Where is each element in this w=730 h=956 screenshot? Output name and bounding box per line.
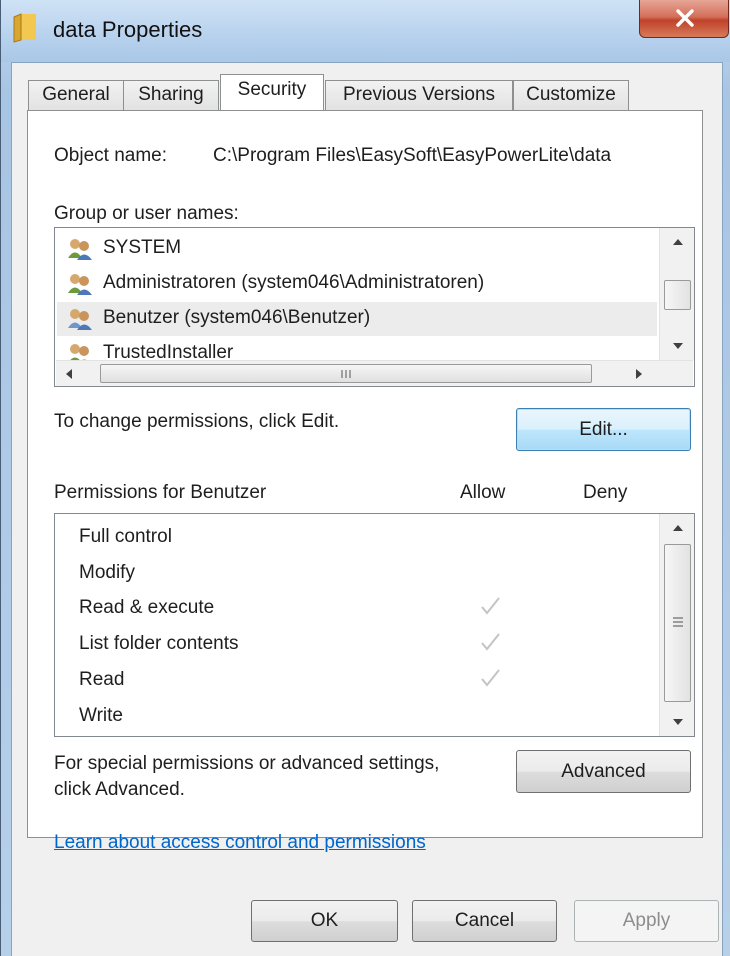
user-item-administratoren[interactable]: Administratoren (system046\Administrator… <box>57 267 657 301</box>
title-bar[interactable]: data Properties <box>1 0 730 62</box>
tab-general[interactable]: General <box>28 80 124 110</box>
permissions-list[interactable]: Full control Modify Read & execute List … <box>54 513 695 737</box>
user-list-vertical-scrollbar[interactable] <box>659 228 694 360</box>
horizontal-scroll-thumb[interactable] <box>100 364 592 383</box>
permission-name: Read & execute <box>79 597 215 618</box>
allow-checkmark-icon <box>481 633 500 651</box>
scroll-down-button[interactable] <box>660 708 694 736</box>
grip-icon <box>673 617 683 627</box>
deny-column-header: Deny <box>583 482 628 503</box>
grip-icon <box>341 370 351 378</box>
change-permissions-hint: To change permissions, click Edit. <box>54 411 340 432</box>
tab-previous-versions[interactable]: Previous Versions <box>325 80 513 110</box>
close-icon <box>676 9 694 27</box>
permission-row-write: Write <box>55 697 655 733</box>
arrow-right-icon <box>636 369 642 379</box>
permissions-vertical-scrollbar[interactable] <box>659 514 694 736</box>
special-permissions-text-line1: For special permissions or advanced sett… <box>54 753 440 774</box>
close-button[interactable] <box>639 0 729 38</box>
edit-button[interactable]: Edit... <box>516 408 691 451</box>
ok-button[interactable]: OK <box>251 900 398 942</box>
allow-column-header: Allow <box>460 482 506 503</box>
arrow-left-icon <box>66 369 72 379</box>
permissions-for-label: Permissions for Benutzer <box>54 482 267 503</box>
user-name: SYSTEM <box>103 237 182 258</box>
allow-checkmark-icon <box>481 597 500 615</box>
scroll-thumb[interactable] <box>664 280 691 310</box>
permission-row-read-execute: Read & execute <box>55 589 655 625</box>
special-permissions-text-line2: click Advanced. <box>54 779 185 800</box>
permission-row-list-folder-contents: List folder contents <box>55 625 655 661</box>
user-list[interactable]: SYSTEM Administratoren (system046\Admini… <box>54 227 695 387</box>
object-name-value: C:\Program Files\EasySoft\EasyPowerLite\… <box>213 145 612 166</box>
properties-window: data Properties General Sharing Security… <box>0 0 730 956</box>
tab-customize[interactable]: Customize <box>513 80 629 110</box>
scroll-up-button[interactable] <box>660 514 694 542</box>
scroll-thumb[interactable] <box>664 544 691 702</box>
folder-icon <box>13 13 36 43</box>
allow-checkmark-icon <box>481 669 500 687</box>
advanced-button[interactable]: Advanced <box>516 750 691 793</box>
permission-name: List folder contents <box>79 633 239 654</box>
scroll-down-button[interactable] <box>660 332 694 360</box>
user-name: Administratoren (system046\Administrator… <box>103 272 485 293</box>
arrow-down-icon <box>672 719 683 725</box>
tab-security[interactable]: Security <box>220 74 324 110</box>
permission-name: Modify <box>79 562 135 583</box>
permission-name: Read <box>79 669 125 690</box>
scroll-up-button[interactable] <box>660 228 694 256</box>
arrow-up-icon <box>672 525 683 531</box>
user-item-system[interactable]: SYSTEM <box>57 232 657 266</box>
permission-row-read: Read <box>55 661 655 697</box>
group-names-label: Group or user names: <box>54 203 239 224</box>
permission-name: Write <box>79 705 123 726</box>
user-name: Benutzer (system046\Benutzer) <box>103 307 371 328</box>
arrow-up-icon <box>672 239 683 245</box>
arrow-down-icon <box>672 343 683 349</box>
user-item-benutzer[interactable]: Benutzer (system046\Benutzer) <box>57 302 657 336</box>
apply-button[interactable]: Apply <box>574 900 719 942</box>
permission-row-modify: Modify <box>55 554 655 590</box>
users-icon <box>68 239 92 260</box>
permission-name: Full control <box>79 526 172 547</box>
permission-row-full-control: Full control <box>55 518 655 554</box>
user-list-horizontal-scrollbar[interactable] <box>56 360 693 386</box>
window-title: data Properties <box>53 17 203 42</box>
users-icon <box>68 309 92 330</box>
learn-access-control-link[interactable]: Learn about access control and permissio… <box>54 832 426 854</box>
users-icon <box>68 274 92 295</box>
tab-sharing[interactable]: Sharing <box>123 80 219 110</box>
cancel-button[interactable]: Cancel <box>412 900 557 942</box>
object-name-label: Object name: <box>54 145 167 166</box>
